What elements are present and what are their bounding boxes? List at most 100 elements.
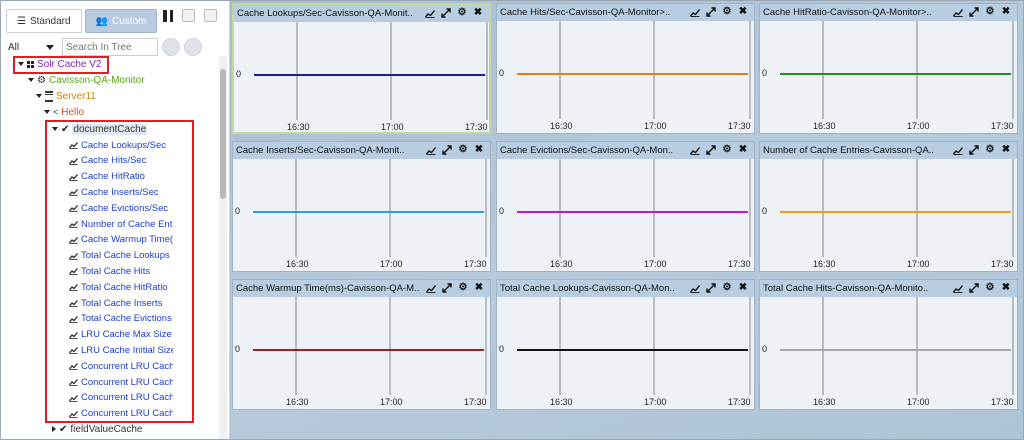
chart-panel-header[interactable]: Total Cache Lookups-Cavisson-QA-Mon.. ⚙ ✖: [497, 280, 754, 297]
tree-leaf[interactable]: Cache Inserts/Sec: [69, 185, 173, 199]
chart-svg: [517, 297, 751, 395]
search-button[interactable]: [162, 38, 180, 56]
tree-leaf[interactable]: Number of Cache Entries: [69, 217, 173, 231]
chart-panel[interactable]: Cache Evictions/Sec-Cavisson-QA-Mon.. ⚙ ✖ 0…: [496, 141, 755, 272]
filter-select[interactable]: All: [6, 39, 56, 55]
close-icon[interactable]: ✖: [474, 145, 484, 155]
chart-panel-header[interactable]: Cache Hits/Sec-Cavisson-QA-Monitor>.. ⚙ ✖: [497, 4, 754, 21]
chart-panel-header[interactable]: Cache Evictions/Sec-Cavisson-QA-Mon.. ⚙ ✖: [497, 142, 754, 159]
close-icon[interactable]: ✖: [1001, 145, 1011, 155]
chart-plot-area: 0 16:30 17:00 17:30: [233, 159, 490, 271]
tree-leaf[interactable]: Concurrent LRU Cache Initial Size: [69, 375, 173, 389]
minimize-icon[interactable]: [204, 9, 217, 22]
gear-icon[interactable]: ⚙: [458, 283, 468, 293]
chart-panel[interactable]: Cache Warmup Time(ms)-Cavisson-QA-M.. ⚙ ✖ 0…: [232, 279, 491, 410]
close-icon[interactable]: ✖: [738, 283, 748, 293]
tree-leaf[interactable]: LRU Cache Initial Size: [69, 343, 173, 357]
expand-icon[interactable]: [969, 145, 979, 155]
add-icon[interactable]: [182, 9, 195, 22]
tree-leaf[interactable]: Total Cache Inserts: [69, 296, 173, 310]
chart-panel[interactable]: Total Cache Hits-Cavisson-QA-Monito.. ⚙ ✖ 0…: [759, 279, 1018, 410]
expand-icon[interactable]: [442, 145, 452, 155]
chart-type-icon[interactable]: [690, 145, 700, 155]
clear-search-button[interactable]: [184, 38, 202, 56]
chart-panel[interactable]: Cache Hits/Sec-Cavisson-QA-Monitor>.. ⚙ ✖ 0…: [496, 3, 755, 134]
chart-type-icon[interactable]: [425, 8, 435, 18]
expand-icon[interactable]: [442, 283, 452, 293]
chart-panel-header[interactable]: Cache Lookups/Sec-Cavisson-QA-Monit.. ⚙ ✖: [234, 5, 489, 22]
search-input[interactable]: [62, 38, 158, 56]
tree-leaf[interactable]: Cache Evictions/Sec: [69, 201, 173, 215]
chart-type-icon[interactable]: [426, 283, 436, 293]
chart-panel-header[interactable]: Number of Cache Entries-Cavisson-QA.. ⚙ ✖: [760, 142, 1017, 159]
chart-panel[interactable]: Cache Inserts/Sec-Cavisson-QA-Monit.. ⚙ ✖ 0…: [232, 141, 491, 272]
close-icon[interactable]: ✖: [474, 283, 484, 293]
tree-leaf[interactable]: Cache Lookups/Sec: [69, 138, 173, 152]
line-chart-icon: [69, 236, 78, 244]
tree-leaf[interactable]: Total Cache Lookups: [69, 249, 173, 263]
chart-type-icon[interactable]: [690, 7, 700, 17]
tree-node-next-group[interactable]: ✔ fieldValueCache: [52, 422, 142, 436]
chart-type-icon[interactable]: [953, 145, 963, 155]
chart-type-icon[interactable]: [953, 7, 963, 17]
tree-leaf[interactable]: Concurrent LRU Cache Min Size: [69, 391, 173, 405]
list-icon: ☰: [17, 15, 26, 27]
close-icon[interactable]: ✖: [1001, 7, 1011, 17]
chart-panel-header[interactable]: Total Cache Hits-Cavisson-QA-Monito.. ⚙ ✖: [760, 280, 1017, 297]
gear-icon[interactable]: ⚙: [985, 145, 995, 155]
gear-icon[interactable]: ⚙: [722, 7, 732, 17]
tree-leaf[interactable]: Concurrent LRU Cache Acceptable Size: [69, 407, 173, 421]
gear-icon[interactable]: ⚙: [722, 145, 732, 155]
gear-icon[interactable]: ⚙: [458, 145, 468, 155]
tree-leaf[interactable]: Cache Warmup Time(ms): [69, 233, 173, 247]
x-tick-label: 17:30: [728, 259, 751, 269]
expand-icon[interactable]: [969, 283, 979, 293]
chart-panel-header[interactable]: Cache Warmup Time(ms)-Cavisson-QA-M.. ⚙ ✖: [233, 280, 490, 297]
tree-scrollbar-thumb[interactable]: [220, 69, 226, 199]
chart-panel[interactable]: Cache Lookups/Sec-Cavisson-QA-Monit.. ⚙ ✖ 0…: [232, 3, 491, 134]
gear-icon[interactable]: ⚙: [722, 283, 732, 293]
tree-node-hello[interactable]: < Hello: [44, 105, 84, 119]
pause-icon[interactable]: [163, 9, 173, 22]
y-tick-label: 0: [236, 69, 242, 79]
expand-icon[interactable]: [441, 8, 451, 18]
tree-leaf[interactable]: Concurrent LRU Cache Max Size: [69, 359, 173, 373]
tree-leaf[interactable]: Total Cache Evictions: [69, 312, 173, 326]
tree-leaf-label: Total Cache Hits: [81, 265, 151, 277]
chart-type-icon[interactable]: [426, 145, 436, 155]
tree-leaf[interactable]: Total Cache Hits: [69, 264, 173, 278]
expand-icon[interactable]: [706, 145, 716, 155]
x-tick-label: 17:30: [991, 259, 1014, 269]
tree-leaf[interactable]: LRU Cache Max Size: [69, 328, 173, 342]
tree-node-server[interactable]: Server11: [36, 89, 96, 103]
expand-icon[interactable]: [706, 283, 716, 293]
tree-node-root[interactable]: Solr Cache V2: [18, 57, 101, 71]
chart-panel[interactable]: Cache HitRatio-Cavisson-QA-Monitor>.. ⚙ ✖ 0…: [759, 3, 1018, 134]
tree-node-group[interactable]: ✔ documentCache: [52, 122, 148, 136]
gear-icon[interactable]: ⚙: [985, 7, 995, 17]
tree-node-monitor[interactable]: ⚙ Cavisson-QA-Monitor: [28, 73, 145, 87]
chart-type-icon[interactable]: [690, 283, 700, 293]
close-icon[interactable]: ✖: [1001, 283, 1011, 293]
chart-plot-area: 0 16:30 17:00 17:30: [233, 297, 490, 409]
chart-panel-header[interactable]: Cache Inserts/Sec-Cavisson-QA-Monit.. ⚙ ✖: [233, 142, 490, 159]
chart-panel[interactable]: Number of Cache Entries-Cavisson-QA.. ⚙ ✖ 0…: [759, 141, 1018, 272]
x-tick-label: 17:30: [728, 121, 751, 131]
close-icon[interactable]: ✖: [738, 7, 748, 17]
tree-leaf[interactable]: Cache HitRatio: [69, 170, 173, 184]
chart-title: Cache Lookups/Sec-Cavisson-QA-Monit..: [237, 8, 413, 19]
tree-leaf[interactable]: Cache Hits/Sec: [69, 154, 173, 168]
expand-icon[interactable]: [706, 7, 716, 17]
tree-leaf-label: LRU Cache Initial Size: [81, 344, 173, 356]
gear-icon[interactable]: ⚙: [457, 8, 467, 18]
tab-standard[interactable]: ☰ Standard: [6, 9, 82, 33]
gear-icon[interactable]: ⚙: [985, 283, 995, 293]
chart-panel-header[interactable]: Cache HitRatio-Cavisson-QA-Monitor>.. ⚙ ✖: [760, 4, 1017, 21]
close-icon[interactable]: ✖: [738, 145, 748, 155]
tab-custom[interactable]: 👥 Custom: [84, 9, 158, 33]
tree-leaf[interactable]: Total Cache HitRatio: [69, 280, 173, 294]
chart-panel[interactable]: Total Cache Lookups-Cavisson-QA-Mon.. ⚙ ✖ 0…: [496, 279, 755, 410]
expand-icon[interactable]: [969, 7, 979, 17]
close-icon[interactable]: ✖: [473, 8, 483, 18]
chart-type-icon[interactable]: [953, 283, 963, 293]
